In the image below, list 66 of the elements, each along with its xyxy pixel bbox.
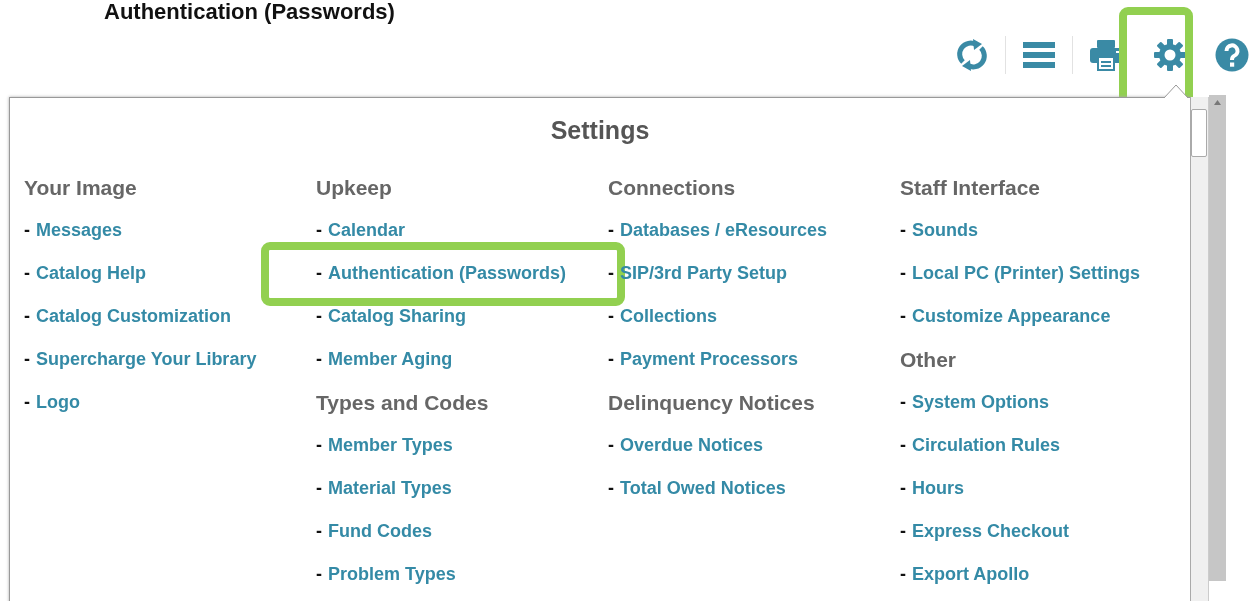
bullet-dash: - [316, 521, 322, 542]
section-heading: Connections [608, 175, 736, 200]
settings-link[interactable]: Calendar [328, 220, 406, 241]
settings-link[interactable]: Logo [36, 392, 80, 413]
bullet-dash: - [24, 349, 30, 370]
settings-link[interactable]: Total Owed Notices [620, 478, 786, 499]
settings-link[interactable]: Local PC (Printer) Settings [912, 263, 1141, 284]
settings-link[interactable]: Fund Codes [328, 521, 432, 542]
bullet-dash: - [24, 263, 30, 284]
bullet-dash: - [24, 306, 30, 327]
bullet-dash: - [608, 478, 614, 499]
settings-link[interactable]: Collections [620, 306, 717, 327]
bullet-dash: - [316, 435, 322, 456]
settings-link[interactable]: Catalog Help [36, 263, 146, 284]
settings-link[interactable]: Material Types [328, 478, 452, 499]
bullet-dash: - [900, 521, 906, 542]
bullet-dash: - [608, 349, 614, 370]
bullet-dash: - [24, 392, 30, 413]
bullet-dash: - [316, 478, 322, 499]
section-heading: Types and Codes [316, 390, 489, 415]
settings-link[interactable]: Payment Processors [620, 349, 799, 370]
settings-icon[interactable] [1153, 38, 1187, 72]
settings-link[interactable]: Member Aging [328, 349, 453, 370]
section-heading: Your Image [24, 175, 137, 200]
bullet-dash: - [900, 392, 906, 413]
settings-link[interactable]: Express Checkout [912, 521, 1070, 542]
settings-link[interactable]: Member Types [328, 435, 453, 456]
popup-title: Settings [549, 115, 651, 146]
bullet-dash: - [900, 263, 906, 284]
refresh-icon[interactable] [955, 38, 989, 72]
bullet-dash: - [24, 220, 30, 241]
help-icon[interactable] [1215, 38, 1249, 72]
scrollbar[interactable] [1190, 97, 1209, 601]
bullet-dash: - [608, 306, 614, 327]
settings-link[interactable]: Problem Types [328, 564, 456, 585]
bullet-dash: - [900, 306, 906, 327]
section-heading: Delinquency Notices [608, 390, 815, 415]
bullet-dash: - [316, 564, 322, 585]
settings-link[interactable]: Catalog Sharing [328, 306, 466, 327]
page-heading: Authentication (Passwords) [104, 0, 395, 24]
settings-link[interactable]: Databases / eResources [620, 220, 828, 241]
settings-link[interactable]: Authentication (Passwords) [328, 263, 567, 284]
bullet-dash: - [316, 220, 322, 241]
section-heading: Staff Interface [900, 175, 1041, 200]
settings-link[interactable]: Circulation Rules [912, 435, 1061, 456]
bullet-dash: - [316, 349, 322, 370]
bullet-dash: - [316, 263, 322, 284]
settings-link[interactable]: Overdue Notices [620, 435, 764, 456]
settings-link[interactable]: Sounds [912, 220, 978, 241]
settings-link[interactable]: Customize Appearance [912, 306, 1111, 327]
settings-link[interactable]: Hours [912, 478, 964, 499]
settings-link[interactable]: Supercharge Your Library [36, 349, 257, 370]
bullet-dash: - [608, 220, 614, 241]
bullet-dash: - [608, 263, 614, 284]
bullet-dash: - [900, 435, 906, 456]
bullet-dash: - [900, 478, 906, 499]
settings-link[interactable]: Messages [36, 220, 123, 241]
bullet-dash: - [900, 220, 906, 241]
settings-link[interactable]: System Options [912, 392, 1050, 413]
bullet-dash: - [900, 564, 906, 585]
section-heading: Upkeep [316, 175, 392, 200]
bullet-dash: - [608, 435, 614, 456]
bullet-dash: - [316, 306, 322, 327]
settings-link[interactable]: Export Apollo [912, 564, 1030, 585]
settings-link[interactable]: Catalog Customization [36, 306, 231, 327]
section-heading: Other [900, 347, 956, 372]
